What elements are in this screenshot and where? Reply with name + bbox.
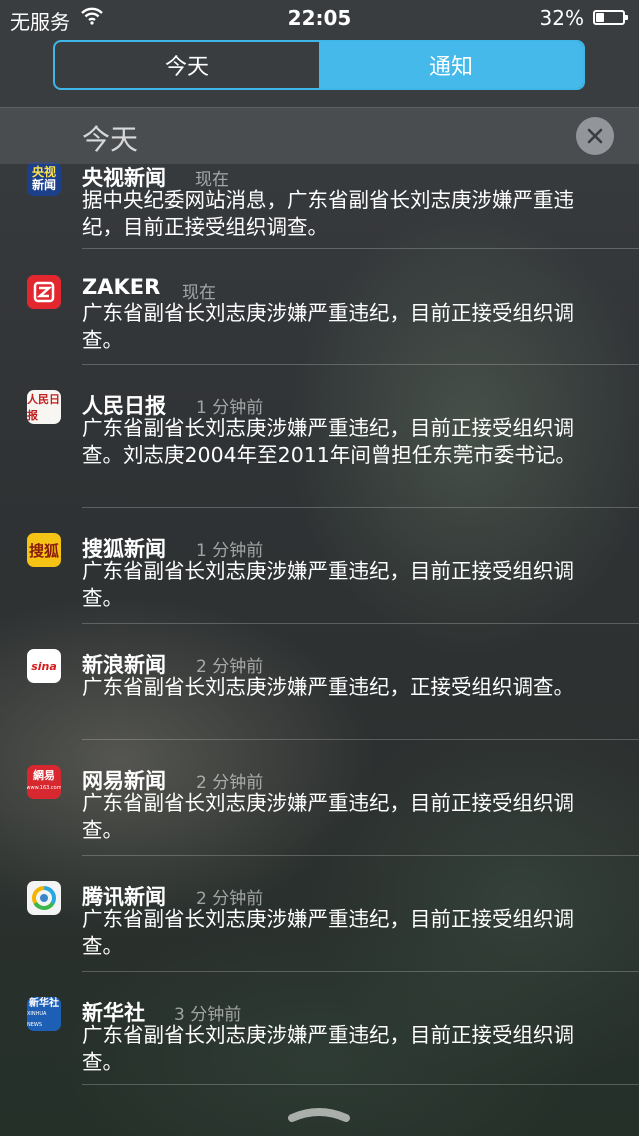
section-title: 今天 [82, 123, 139, 156]
header-divider [0, 107, 639, 108]
battery-level [596, 13, 604, 22]
icon-label: 搜狐 [28, 541, 59, 560]
divider [82, 739, 639, 740]
notification-body: 广东省副省长刘志庚涉嫌严重违纪，目前正接受组织调查。 [82, 301, 574, 352]
divider [82, 623, 639, 624]
section-header: 今天 [0, 108, 639, 164]
icon-label: 人民日报 [27, 393, 60, 422]
icon-label: 網易 [33, 769, 55, 782]
icon-label: sina [31, 659, 57, 673]
icon-label: 新闻 [31, 178, 56, 192]
peoples-daily-icon: 人民日报 [27, 390, 61, 424]
divider [82, 507, 639, 508]
grabber-zone[interactable] [0, 1090, 639, 1136]
tab-notifications[interactable]: 通知 [319, 42, 583, 88]
divider [82, 364, 639, 365]
app-name: ZAKER [82, 275, 161, 299]
sina-news-icon: sina [27, 649, 61, 683]
status-bar: 无服务 22:05 32% [0, 0, 639, 36]
netease-news-icon: 網易 www.163.com [27, 765, 61, 799]
sohu-news-icon: 搜狐 [27, 533, 61, 567]
tab-today[interactable]: 今天 [55, 42, 319, 88]
xinhua-icon: 新华社 XINHUA NEWS [27, 997, 61, 1031]
divider [82, 855, 639, 856]
cctv-news-icon: 央视 新闻 [27, 162, 61, 196]
notification-body: 广东省副省长刘志庚涉嫌严重违纪，正接受组织调查。 [82, 675, 574, 699]
tencent-news-icon [27, 881, 61, 915]
battery-icon [593, 10, 628, 25]
grabber-handle-icon[interactable] [287, 1104, 351, 1124]
icon-sublabel: www.163.com [27, 785, 61, 791]
notification-center: 央视 新闻 央视新闻 现在 据中央纪委网站消息，广东省副省长刘志庚涉嫌严重违纪，… [0, 0, 639, 1136]
close-icon [587, 128, 603, 144]
icon-sublabel: XINHUA NEWS [27, 1010, 47, 1028]
notification-body: 广东省副省长刘志庚涉嫌严重违纪，目前正接受组织调查。刘志庚2004年至2011年… [82, 416, 576, 467]
divider [82, 971, 639, 972]
notification-body: 广东省副省长刘志庚涉嫌严重违纪，目前正接受组织调查。 [82, 559, 574, 610]
notification-body: 据中央纪委网站消息，广东省副省长刘志庚涉嫌严重违纪，目前正接受组织调查。 [82, 188, 574, 239]
icon-label: 新华社 [29, 997, 59, 1009]
divider [82, 1084, 639, 1085]
clear-section-button[interactable] [576, 117, 614, 155]
view-segmented-control[interactable]: 今天 通知 [53, 40, 585, 90]
zaker-icon [27, 275, 61, 309]
notification-body: 广东省副省长刘志庚涉嫌严重违纪，目前正接受组织调查。 [82, 791, 574, 842]
notification-body: 广东省副省长刘志庚涉嫌严重违纪，目前正接受组织调查。 [82, 1023, 574, 1074]
battery-percent: 32% [539, 6, 584, 30]
notification-body: 广东省副省长刘志庚涉嫌严重违纪，目前正接受组织调查。 [82, 907, 574, 958]
divider [82, 248, 639, 249]
